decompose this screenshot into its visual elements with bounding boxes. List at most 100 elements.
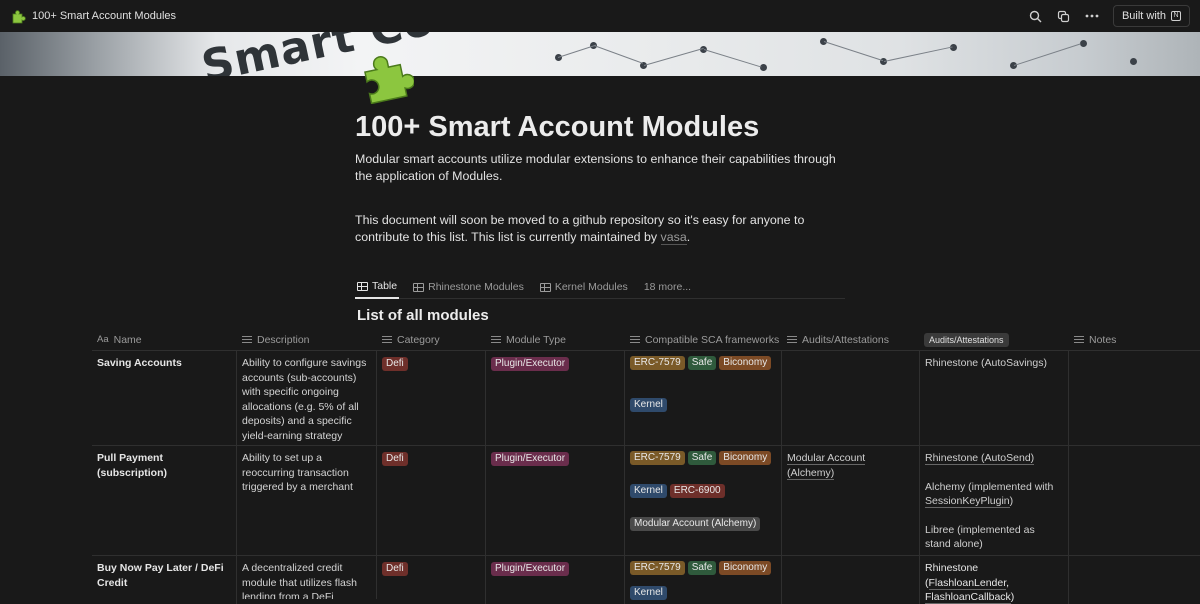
cell-name[interactable]: Saving Accounts (92, 351, 237, 445)
tag-safe: Safe (687, 451, 717, 465)
tag-modular-account-alchemy: Modular Account (Alchemy) (630, 517, 761, 531)
column-header-audits-1[interactable]: Audits/Attestations (782, 328, 920, 351)
audit-link[interactable]: Modular Account (Alchemy) (787, 452, 866, 480)
column-label: Name (113, 333, 142, 346)
tag-safe: Safe (687, 356, 717, 370)
modules-table: Aa Name Description Category Module Type… (92, 328, 1200, 604)
column-header-sca[interactable]: Compatible SCA frameworks (625, 328, 782, 351)
maintainer-text: This document will soon be moved to a gi… (355, 213, 805, 244)
tab-kernel-modules[interactable]: Kernel Modules (538, 276, 630, 299)
column-header-module-type[interactable]: Module Type (486, 328, 625, 351)
database-view-tabs: Table Rhinestone Modules Kernel Modules … (355, 276, 845, 299)
tag-erc-6900: ERC-6900 (669, 484, 725, 498)
cell-description[interactable]: Ability to set up a reoccurring transact… (237, 446, 377, 555)
table-row[interactable]: Pull Payment (subscription) Ability to s… (92, 446, 1200, 556)
text-property-icon (1074, 335, 1084, 344)
tag-plugin-executor: Plugin/Executor (491, 452, 570, 466)
built-with-button[interactable]: Built with N (1112, 5, 1190, 27)
audit-entry: Rhinestone (AutoSavings) (925, 357, 1047, 369)
cell-notes[interactable] (1069, 556, 1200, 604)
cell-notes[interactable] (1069, 351, 1200, 445)
database-title: List of all modules (357, 307, 489, 324)
cell-audits-1[interactable] (782, 556, 920, 604)
audit-text: ) (1010, 591, 1015, 603)
column-header-notes[interactable]: Notes (1069, 328, 1200, 351)
tab-label: Kernel Modules (554, 281, 628, 293)
duplicate-icon[interactable] (1057, 9, 1071, 23)
column-header-description[interactable]: Description (237, 328, 377, 351)
window-title: 100+ Smart Account Modules (32, 10, 176, 22)
tag-plugin-executor: Plugin/Executor (491, 562, 570, 576)
cell-description[interactable]: Ability to configure savings accounts (s… (237, 351, 377, 445)
audit-link[interactable]: Rhinestone (AutoSend) (925, 452, 1035, 465)
maintainer-link[interactable]: vasa (660, 230, 687, 245)
audit-link[interactable]: FlashloanLender (928, 576, 1007, 590)
tab-more-views[interactable]: 18 more... (642, 276, 693, 299)
notion-logo-icon: N (1171, 11, 1181, 21)
table-icon (413, 282, 425, 292)
list-property-icon (491, 335, 501, 344)
tag-defi: Defi (382, 357, 408, 371)
column-header-audits-2[interactable]: Audits/Attestations (920, 328, 1069, 351)
list-property-icon (382, 335, 392, 344)
tag-kernel: Kernel (630, 398, 667, 412)
cell-sca[interactable]: ERC-7579 Safe Biconomy Kernel (625, 556, 782, 604)
tag-biconomy: Biconomy (719, 356, 772, 370)
more-options-icon[interactable] (1085, 9, 1099, 23)
column-header-category[interactable]: Category (377, 328, 486, 351)
maintainer-paragraph: This document will soon be moved to a gi… (355, 212, 845, 246)
table-row[interactable]: Saving Accounts Ability to configure sav… (92, 351, 1200, 446)
cell-audits-1[interactable] (782, 351, 920, 445)
title-property-icon: Aa (97, 334, 109, 345)
table-header: Aa Name Description Category Module Type… (92, 328, 1200, 351)
table-row[interactable]: Buy Now Pay Later / DeFi Credit A decent… (92, 556, 1200, 604)
column-label: Audits/Attestations (802, 333, 889, 346)
tab-rhinestone-modules[interactable]: Rhinestone Modules (411, 276, 526, 299)
cell-module-type[interactable]: Plugin/Executor (486, 446, 625, 555)
top-bar: 100+ Smart Account Modules Built with N (0, 0, 1200, 32)
cell-notes[interactable] (1069, 446, 1200, 555)
cell-audits-2[interactable]: Rhinestone (FlashloanLender, FlashloanCa… (920, 556, 1069, 604)
cell-name[interactable]: Buy Now Pay Later / DeFi Credit (92, 556, 237, 604)
tag-erc-7579: ERC-7579 (630, 451, 685, 465)
search-icon[interactable] (1029, 9, 1043, 23)
cell-category[interactable]: Defi (377, 446, 486, 555)
cell-sca[interactable]: ERC-7579 Safe Biconomy Kernel ERC-6900 M… (625, 446, 782, 555)
cell-module-type[interactable]: Plugin/Executor (486, 351, 625, 445)
tag-kernel: Kernel (630, 586, 667, 600)
column-header-name[interactable]: Aa Name (92, 328, 237, 351)
tab-table[interactable]: Table (355, 276, 400, 299)
page-title: 100+ Smart Account Modules (355, 111, 760, 143)
cell-module-type[interactable]: Plugin/Executor (486, 556, 625, 604)
tab-label: 18 more... (643, 281, 692, 293)
table-icon (357, 281, 368, 291)
text-property-icon (242, 335, 252, 344)
tag-kernel: Kernel (630, 484, 667, 498)
tag-erc-7579: ERC-7579 (630, 561, 685, 575)
tag-defi: Defi (382, 452, 408, 466)
audit-text: Alchemy (implemented with (925, 480, 1054, 493)
cell-name[interactable]: Pull Payment (subscription) (92, 446, 237, 555)
column-label-highlighted: Audits/Attestations (924, 332, 1009, 347)
cover-image: Smart Co (0, 32, 1200, 76)
page-puzzle-icon[interactable] (356, 46, 414, 104)
column-label: Module Type (506, 333, 566, 346)
audit-link[interactable]: SessionKeyPlugin (925, 495, 1010, 508)
cell-audits-2[interactable]: Rhinestone (AutoSend) Alchemy (implement… (920, 446, 1069, 555)
tab-label: Rhinestone Modules (428, 281, 524, 293)
audit-link[interactable]: FlashloanCallback (925, 591, 1011, 604)
column-label: Notes (1089, 333, 1117, 346)
tab-label: Table (372, 280, 398, 292)
cell-audits-2[interactable]: Rhinestone (AutoSavings) (920, 351, 1069, 445)
tag-safe: Safe (687, 561, 717, 575)
audit-entry: Alchemy (implemented with SessionKeyPlug… (925, 480, 1063, 509)
tag-biconomy: Biconomy (719, 561, 772, 575)
cell-sca[interactable]: ERC-7579 Safe Biconomy Kernel (625, 351, 782, 445)
cell-category[interactable]: Defi (377, 556, 486, 604)
audit-text: ) (1009, 495, 1014, 507)
tag-biconomy: Biconomy (719, 451, 772, 465)
table-icon (539, 282, 551, 292)
cell-description[interactable]: A decentralized credit module that utili… (237, 556, 377, 599)
cell-audits-1[interactable]: Modular Account (Alchemy) (782, 446, 920, 555)
cell-category[interactable]: Defi (377, 351, 486, 445)
